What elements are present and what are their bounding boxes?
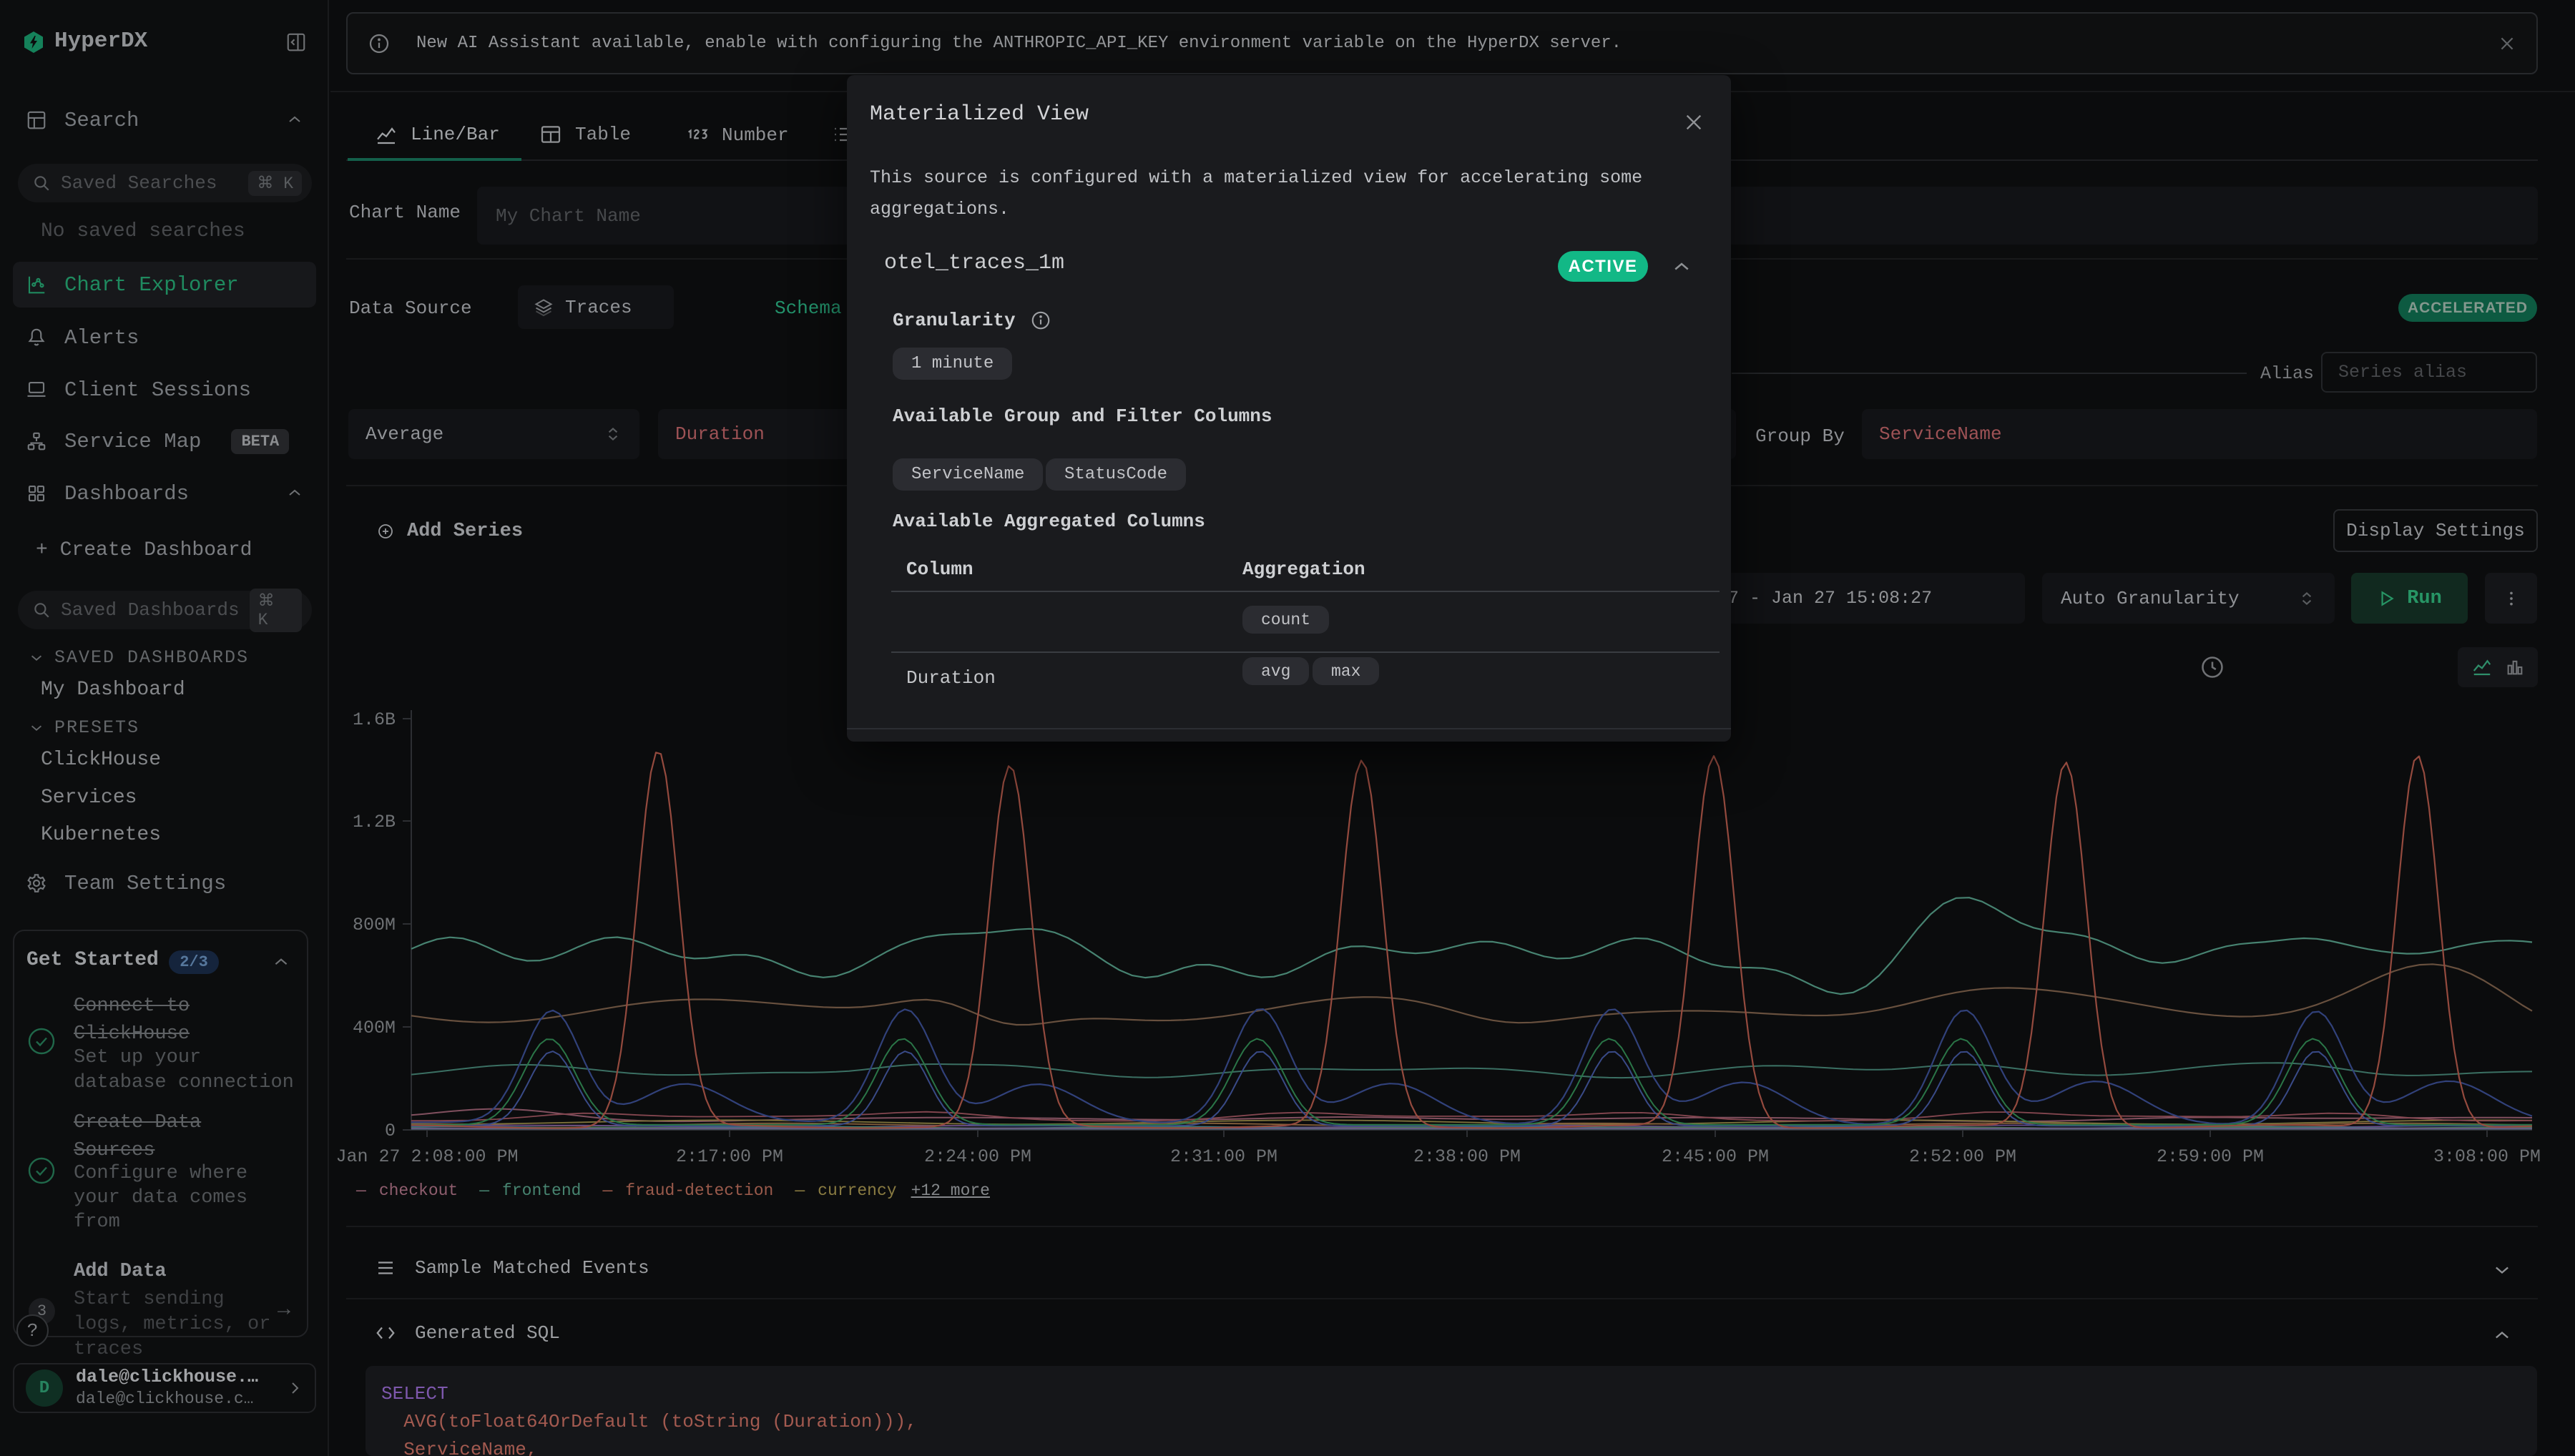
svg-text:1.2B: 1.2B	[353, 812, 396, 832]
svg-text:Jan 27 2:08:00 PM: Jan 27 2:08:00 PM	[335, 1146, 518, 1167]
svg-text:0: 0	[385, 1121, 396, 1141]
svg-text:2:17:00 PM: 2:17:00 PM	[676, 1146, 783, 1167]
svg-text:2:38:00 PM: 2:38:00 PM	[1413, 1146, 1521, 1167]
svg-text:2:59:00 PM: 2:59:00 PM	[2157, 1146, 2264, 1167]
svg-text:2:31:00 PM: 2:31:00 PM	[1170, 1146, 1277, 1167]
svg-text:3:08:00 PM: 3:08:00 PM	[2433, 1146, 2541, 1167]
svg-text:2:45:00 PM: 2:45:00 PM	[1662, 1146, 1769, 1167]
svg-text:2:24:00 PM: 2:24:00 PM	[924, 1146, 1031, 1167]
svg-text:1.6B: 1.6B	[353, 709, 396, 730]
svg-text:400M: 400M	[353, 1018, 396, 1038]
svg-text:800M: 800M	[353, 915, 396, 935]
svg-text:2:52:00 PM: 2:52:00 PM	[1909, 1146, 2016, 1167]
